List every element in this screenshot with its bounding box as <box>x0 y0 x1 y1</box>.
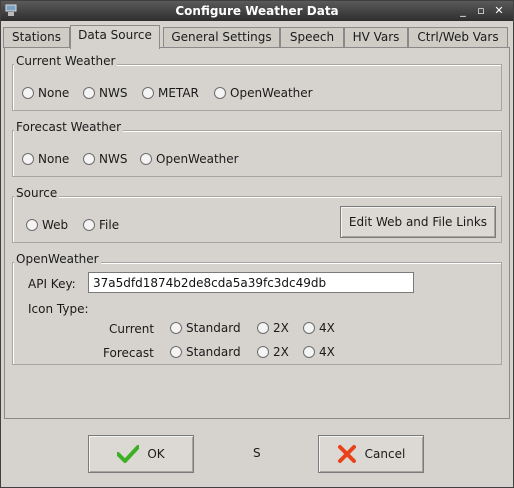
current-weather-title: Current Weather <box>14 54 118 68</box>
radio-label: 2X <box>273 321 289 335</box>
tab-label: General Settings <box>171 30 272 44</box>
tab-label: Ctrl/Web Vars <box>417 30 499 44</box>
radio-circle-icon <box>22 87 34 99</box>
radio-circle-icon <box>170 322 182 334</box>
radio-label: 4X <box>319 321 335 335</box>
cancel-x-icon <box>337 445 356 463</box>
radio-circle-icon <box>214 87 226 99</box>
api-key-label: API Key: <box>28 277 76 291</box>
source-web-radio[interactable]: Web <box>26 218 68 232</box>
radio-label: OpenWeather <box>156 152 239 166</box>
close-icon[interactable]: ✕ <box>492 4 506 18</box>
forecast-openweather-radio[interactable]: OpenWeather <box>140 152 239 166</box>
radio-circle-icon <box>83 219 95 231</box>
tab-label: Speech <box>289 30 335 44</box>
radio-label: None <box>38 86 70 100</box>
current-nws-radio[interactable]: NWS <box>83 86 127 100</box>
tab-label: Stations <box>12 30 61 44</box>
source-title: Source <box>14 186 60 200</box>
radio-label: Web <box>42 218 69 232</box>
configure-weather-window: Configure Weather Data _ ▫ ✕ Stations Da… <box>0 0 514 488</box>
radio-circle-icon <box>257 322 269 334</box>
icon-type-label: Icon Type: <box>28 302 89 316</box>
forecast-nws-radio[interactable]: NWS <box>83 152 127 166</box>
api-key-input[interactable] <box>88 272 414 293</box>
icon-forecast-label: Forecast <box>103 346 154 360</box>
ok-button[interactable]: OK <box>88 435 194 473</box>
radio-circle-icon <box>142 87 154 99</box>
radio-circle-icon <box>22 153 34 165</box>
tab-speech[interactable]: Speech <box>280 27 344 48</box>
radio-circle-icon <box>26 219 38 231</box>
title-bar: Configure Weather Data _ ▫ ✕ <box>1 1 513 21</box>
forecast-2x-radio[interactable]: 2X <box>257 345 289 359</box>
forecast-standard-radio[interactable]: Standard <box>170 345 241 359</box>
tab-label: HV Vars <box>352 30 400 44</box>
radio-circle-icon <box>303 346 315 358</box>
cancel-button-label: Cancel <box>364 447 406 461</box>
radio-label: METAR <box>158 86 199 100</box>
radio-circle-icon <box>257 346 269 358</box>
radio-label: OpenWeather <box>230 86 313 100</box>
radio-label: None <box>38 152 70 166</box>
current-openweather-radio[interactable]: OpenWeather <box>214 86 313 100</box>
radio-label: Standard <box>186 345 241 359</box>
radio-circle-icon <box>140 153 152 165</box>
radio-label: Standard <box>186 321 241 335</box>
current-none-radio[interactable]: None <box>22 86 69 100</box>
openweather-title: OpenWeather <box>14 252 101 266</box>
radio-label: NWS <box>99 86 128 100</box>
cancel-button[interactable]: Cancel <box>318 435 424 473</box>
radio-circle-icon <box>83 153 95 165</box>
window-title: Configure Weather Data <box>175 4 339 18</box>
current-standard-radio[interactable]: Standard <box>170 321 241 335</box>
tab-general-settings[interactable]: General Settings <box>163 27 280 48</box>
current-4x-radio[interactable]: 4X <box>303 321 335 335</box>
ok-button-label: OK <box>147 447 165 461</box>
minimize-icon[interactable]: _ <box>456 4 470 18</box>
checkmark-icon <box>117 445 140 463</box>
tab-hv-vars[interactable]: HV Vars <box>344 27 408 48</box>
forecast-weather-title: Forecast Weather <box>14 120 124 134</box>
tab-stations[interactable]: Stations <box>3 27 70 48</box>
forecast-4x-radio[interactable]: 4X <box>303 345 335 359</box>
forecast-none-radio[interactable]: None <box>22 152 69 166</box>
radio-label: 2X <box>273 345 289 359</box>
data-source-panel: Current Weather None NWS METAR OpenWeath… <box>4 47 510 419</box>
radio-circle-icon <box>170 346 182 358</box>
tab-ctrl-web-vars[interactable]: Ctrl/Web Vars <box>408 27 508 48</box>
edit-web-file-links-button[interactable]: Edit Web and File Links <box>340 206 496 238</box>
radio-circle-icon <box>83 87 95 99</box>
source-file-radio[interactable]: File <box>83 218 119 232</box>
radio-circle-icon <box>303 322 315 334</box>
radio-label: 4X <box>319 345 335 359</box>
current-2x-radio[interactable]: 2X <box>257 321 289 335</box>
radio-label: File <box>99 218 120 232</box>
current-metar-radio[interactable]: METAR <box>142 86 199 100</box>
radio-label: NWS <box>99 152 128 166</box>
tab-label: Data Source <box>78 28 152 42</box>
maximize-icon[interactable]: ▫ <box>474 4 488 18</box>
icon-current-label: Current <box>109 322 155 336</box>
tab-bar: Stations Data Source General Settings Sp… <box>3 25 511 49</box>
tab-data-source[interactable]: Data Source <box>70 25 160 49</box>
status-text: S <box>253 446 261 460</box>
